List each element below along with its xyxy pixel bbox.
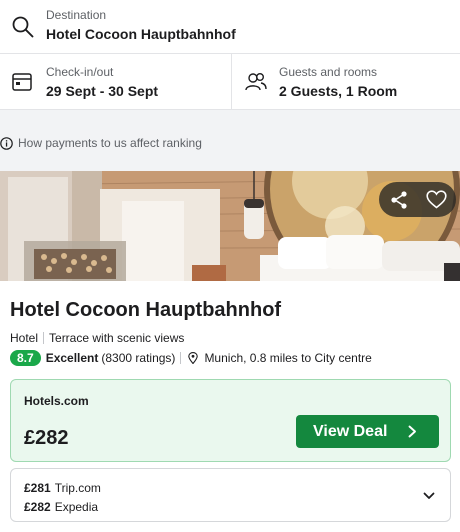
checkin-value: 29 Sept - 30 Sept (46, 83, 159, 99)
rating-score-badge: 8.7 (10, 350, 41, 366)
other-deal-price: £281 (24, 481, 51, 495)
chevron-right-icon (408, 425, 416, 438)
rating-count: (8300 ratings) (101, 351, 176, 365)
other-deal-provider: Trip.com (54, 481, 101, 495)
hotel-photo[interactable] (0, 171, 460, 281)
heart-icon (425, 190, 447, 209)
other-deal-row: £282 Expedia (24, 500, 98, 514)
share-icon (391, 190, 407, 209)
divider (43, 332, 45, 344)
rating-row: 8.7 Excellent (8300 ratings) Munich, 0.8… (10, 349, 372, 367)
hotel-name[interactable]: Hotel Cocoon Hauptbahnhof (10, 299, 281, 322)
chevron-down-icon (423, 492, 435, 499)
best-deal-box[interactable]: Hotels.com £282 View Deal (10, 379, 451, 462)
guests-field[interactable]: Guests and rooms 2 Guests, 1 Room (232, 54, 460, 110)
divider (180, 352, 182, 364)
checkin-label: Check-in/out (46, 65, 114, 79)
other-deal-price: £282 (24, 500, 51, 514)
ranking-disclosure-link[interactable]: How payments to us affect ranking (0, 134, 202, 152)
calendar-icon (12, 73, 32, 91)
other-deal-row: £281 Trip.com (24, 481, 101, 495)
checkin-field[interactable]: Check-in/out 29 Sept - 30 Sept (0, 54, 232, 110)
info-icon (0, 136, 13, 150)
destination-value: Hotel Cocoon Hauptbahnhof (46, 26, 236, 42)
best-deal-provider: Hotels.com (24, 394, 89, 408)
destination-label: Destination (46, 8, 107, 22)
hotel-result-card: Hotel Cocoon Hauptbahnhof Hotel Terrace … (0, 171, 460, 532)
guests-label: Guests and rooms (279, 65, 378, 79)
rating-word: Excellent (45, 351, 99, 365)
guests-value: 2 Guests, 1 Room (279, 83, 398, 99)
ranking-text: How payments to us affect ranking (18, 136, 202, 150)
view-deal-label: View Deal (313, 422, 388, 440)
location-pin-icon (188, 352, 199, 364)
best-deal-price: £282 (24, 427, 69, 449)
hotel-feature: Terrace with scenic views (49, 331, 185, 345)
hotel-meta: Hotel Terrace with scenic views (10, 331, 184, 345)
other-deals-dropdown[interactable]: £281 Trip.com £282 Expedia (10, 468, 451, 522)
hotel-type: Hotel (10, 331, 39, 345)
hotel-location: Munich, 0.8 miles to City centre (204, 351, 372, 365)
share-button[interactable] (380, 182, 418, 217)
people-icon (245, 73, 267, 91)
search-summary-card: Destination Hotel Cocoon Hauptbahnhof Ch… (0, 0, 460, 110)
view-deal-button[interactable]: View Deal (296, 415, 439, 448)
destination-field[interactable]: Destination Hotel Cocoon Hauptbahnhof (0, 0, 460, 54)
photo-action-pill (379, 182, 456, 217)
other-deal-provider: Expedia (54, 500, 99, 514)
favourite-button[interactable] (417, 182, 455, 217)
search-icon (12, 16, 34, 38)
